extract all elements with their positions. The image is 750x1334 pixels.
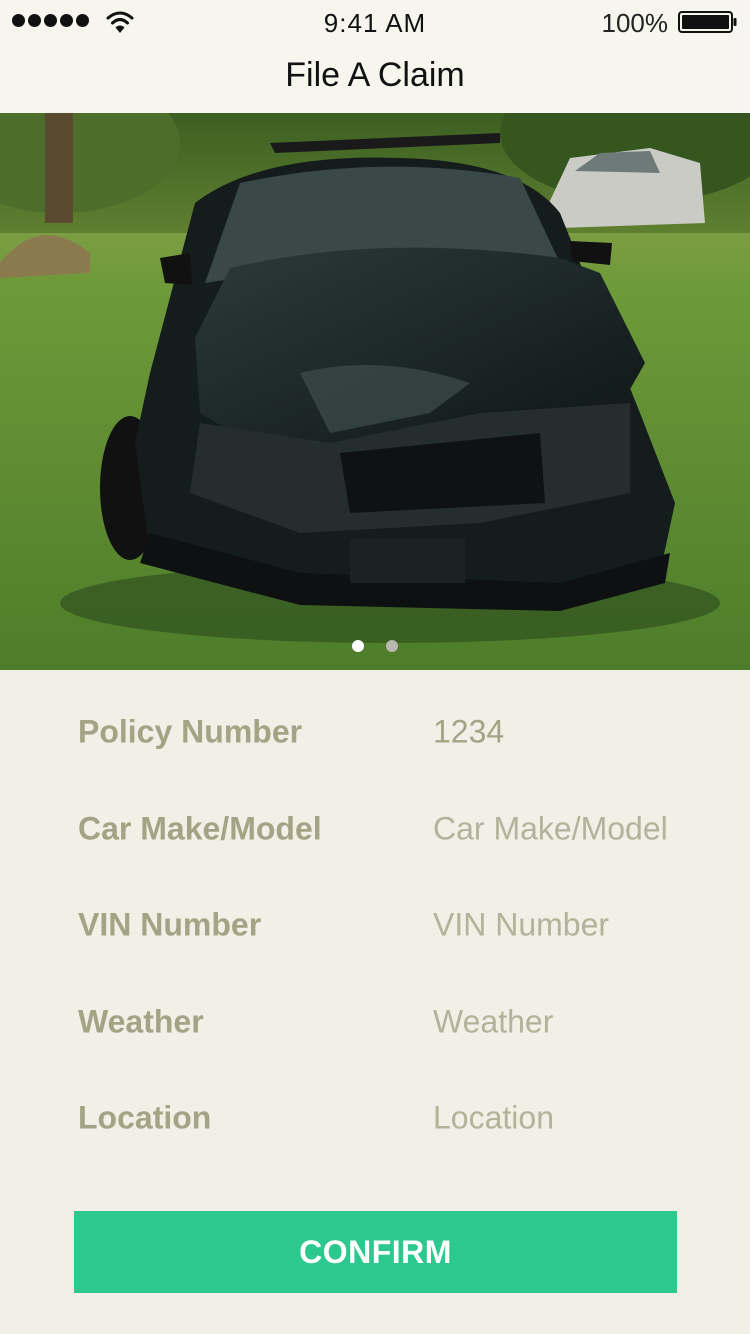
vin-number-label: VIN Number bbox=[78, 906, 262, 943]
car-make-model-row: Car Make/Model bbox=[0, 767, 750, 864]
page-dot-2[interactable] bbox=[386, 640, 398, 652]
policy-number-field[interactable] bbox=[433, 713, 723, 751]
battery-icon bbox=[678, 11, 737, 33]
confirm-button[interactable]: CONFIRM bbox=[74, 1211, 677, 1293]
page-dot-1[interactable] bbox=[352, 640, 364, 652]
car-make-model-label: Car Make/Model bbox=[78, 810, 322, 846]
page-indicator[interactable] bbox=[0, 640, 750, 652]
claim-form: Policy Number Car Make/Model VIN Number … bbox=[0, 670, 750, 1153]
policy-number-label: Policy Number bbox=[78, 713, 303, 750]
weather-field[interactable] bbox=[433, 1003, 723, 1040]
weather-label: Weather bbox=[78, 1003, 204, 1039]
status-bar: 9:41 AM 100% bbox=[0, 0, 750, 42]
location-label: Location bbox=[78, 1099, 212, 1136]
vin-number-row: VIN Number bbox=[0, 863, 750, 960]
weather-row: Weather bbox=[0, 960, 750, 1057]
damaged-car-photo[interactable] bbox=[0, 113, 750, 670]
battery-percentage: 100% bbox=[601, 8, 669, 38]
location-field[interactable] bbox=[433, 1099, 723, 1137]
policy-number-row: Policy Number bbox=[0, 670, 750, 767]
page-title: File A Claim bbox=[285, 56, 465, 94]
car-make-model-field[interactable] bbox=[433, 810, 723, 847]
location-row: Location bbox=[0, 1056, 750, 1153]
navigation-bar: File A Claim bbox=[0, 42, 750, 113]
vin-number-field[interactable] bbox=[433, 906, 723, 944]
